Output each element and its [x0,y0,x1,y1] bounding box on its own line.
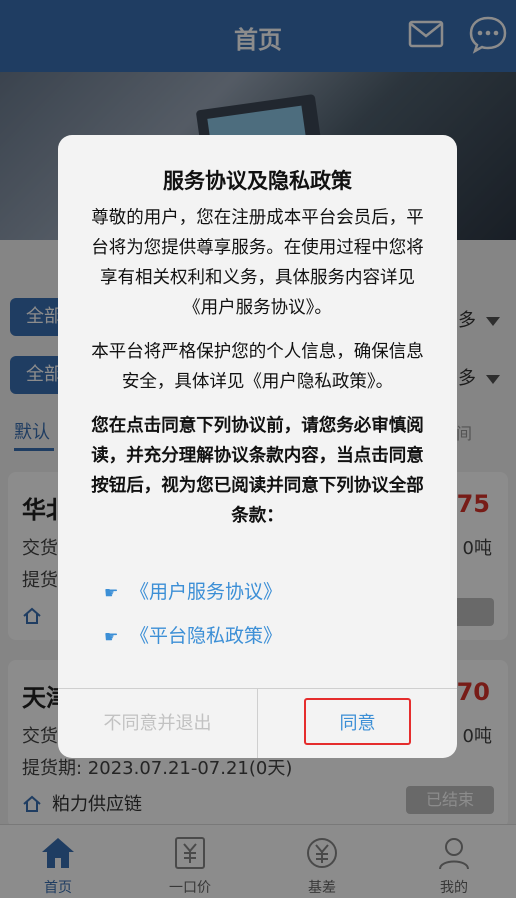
dialog-paragraph-service: 尊敬的用户，您在注册成本平台会员后，平台将为您提供尊享服务。在使用过程中您将享有… [91,208,424,318]
privacy-policy-link[interactable]: ☛ 《平台隐私政策》 [104,621,282,665]
footer-divider [257,689,258,758]
link-label: 《平台隐私政策》 [130,625,283,647]
dialog-links: ☛ 《用户服务协议》 ☛ 《平台隐私政策》 [104,577,282,665]
dialog-title: 服务协议及隐私政策 [163,169,352,193]
link-label: 《用户服务协议》 [130,581,283,603]
disagree-exit-button[interactable]: 不同意并退出 [58,689,257,758]
service-agreement-link[interactable]: ☛ 《用户服务协议》 [104,577,282,621]
dialog-warning: 您在点击同意下列协议前，请您务必审慎阅读，并充分理解协议条款内容，当点击同意按钮… [91,416,424,526]
privacy-dialog: 服务协议及隐私政策 尊敬的用户，您在注册成本平台会员后，平台将为您提供尊享服务。… [58,135,457,758]
pointing-hand-icon: ☛ [104,627,119,646]
dialog-paragraph-privacy: 本平台将严格保护您的个人信息，确保信息安全，具体详见《用户隐私政策》。 [91,342,424,392]
agree-button[interactable]: 同意 [304,698,411,745]
dialog-footer: 不同意并退出 同意 [58,688,457,758]
dialog-body: 尊敬的用户，您在注册成本平台会员后，平台将为您提供尊享服务。在使用过程中您将享有… [86,203,429,531]
pointing-hand-icon: ☛ [104,583,119,602]
